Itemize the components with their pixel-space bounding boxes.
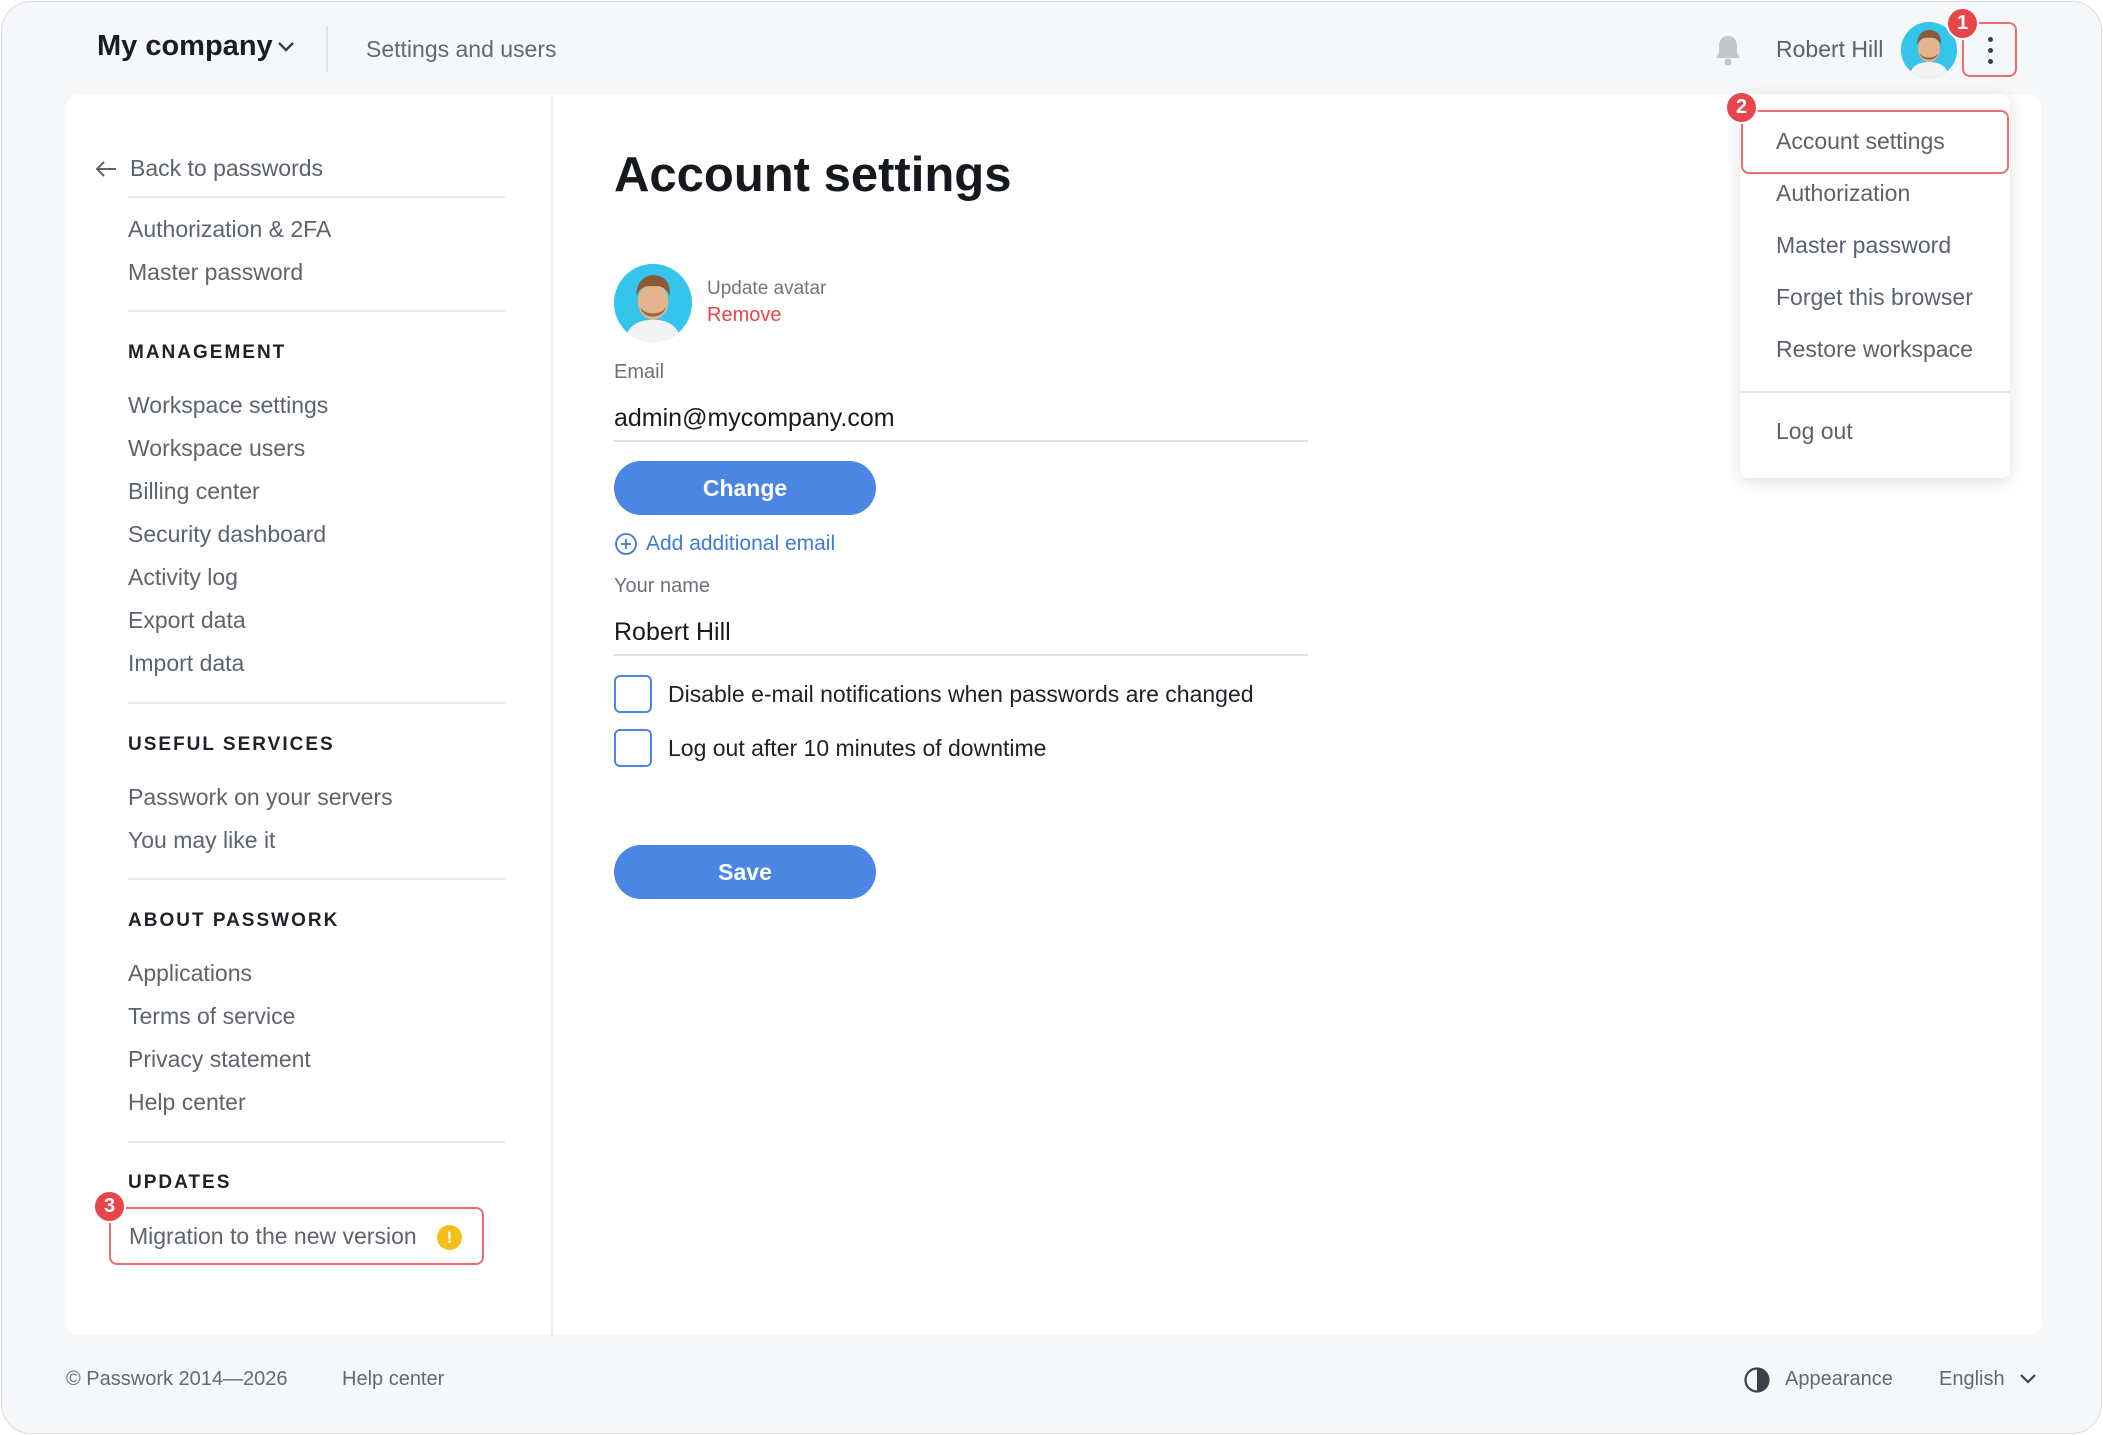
kebab-dot <box>1988 59 1993 64</box>
copyright: © Passwork 2014—2026 <box>66 1368 288 1390</box>
back-to-passwords-link[interactable]: Back to passwords <box>94 155 323 182</box>
sidebar-item-terms[interactable]: Terms of service <box>128 1003 295 1030</box>
menu-item-log-out[interactable]: Log out <box>1776 418 1853 445</box>
email-underline <box>614 440 1308 442</box>
sidebar-item-workspace-settings[interactable]: Workspace settings <box>128 392 328 419</box>
company-switcher[interactable]: My company <box>97 30 273 63</box>
section-heading-updates: UPDATES <box>128 1172 232 1193</box>
sidebar-item-export-data[interactable]: Export data <box>128 607 246 634</box>
warning-icon: ! <box>437 1225 462 1250</box>
step-badge-3: 3 <box>93 1190 126 1223</box>
sidebar-divider-line <box>128 196 505 198</box>
language-selector[interactable]: English <box>1939 1368 2005 1391</box>
add-email-link[interactable]: Add additional email <box>614 532 835 556</box>
arrow-left-icon <box>95 160 116 177</box>
sidebar-divider-line <box>128 702 505 704</box>
sidebar-divider <box>551 95 553 1335</box>
sidebar-item-help-center[interactable]: Help center <box>128 1089 246 1116</box>
user-avatar-icon <box>614 264 692 342</box>
back-label: Back to passwords <box>130 155 324 181</box>
app-window: My company Settings and users Robert Hil… <box>1 1 2102 1434</box>
sidebar-item-migration[interactable]: Migration to the new version ! <box>109 1207 484 1265</box>
menu-divider <box>1740 391 2010 393</box>
email-field[interactable]: admin@mycompany.com <box>614 404 895 433</box>
profile-avatar[interactable] <box>614 264 692 342</box>
bell-icon[interactable] <box>1712 33 1744 67</box>
menu-item-authorization[interactable]: Authorization <box>1776 180 1910 207</box>
sidebar-item-applications[interactable]: Applications <box>128 960 252 987</box>
migration-label: Migration to the new version <box>129 1223 417 1249</box>
email-label: Email <box>614 361 665 383</box>
section-heading-useful-services: USEFUL SERVICES <box>128 734 335 755</box>
remove-avatar-link[interactable]: Remove <box>707 304 781 327</box>
logout-checkbox[interactable] <box>614 729 652 767</box>
step-badge-1: 1 <box>1946 7 1979 40</box>
menu-highlight-frame <box>1741 110 2009 174</box>
sidebar-item-import-data[interactable]: Import data <box>128 650 244 677</box>
sidebar-item-master-password[interactable]: Master password <box>128 259 303 286</box>
change-email-button[interactable]: Change <box>614 461 876 515</box>
header-divider <box>326 26 328 72</box>
save-button[interactable]: Save <box>614 845 876 899</box>
sidebar-item-you-may-like[interactable]: You may like it <box>128 827 275 854</box>
footer-help-link[interactable]: Help center <box>342 1368 444 1391</box>
name-field[interactable]: Robert Hill <box>614 618 731 647</box>
sidebar-divider-line <box>128 878 505 880</box>
section-heading-about: ABOUT PASSWORK <box>128 910 340 931</box>
sidebar-item-authorization-2fa[interactable]: Authorization & 2FA <box>128 216 331 243</box>
contrast-icon[interactable] <box>1743 1366 1771 1394</box>
section-heading-management: MANAGEMENT <box>128 342 287 363</box>
menu-item-forget-browser[interactable]: Forget this browser <box>1776 284 1973 311</box>
chevron-down-icon[interactable] <box>2018 1372 2038 1386</box>
plus-circle-icon <box>615 533 637 555</box>
notifications-checkbox-label[interactable]: Disable e-mail notifications when passwo… <box>668 681 1254 708</box>
appearance-link[interactable]: Appearance <box>1785 1368 1893 1391</box>
page-title: Account settings <box>614 148 1012 202</box>
sidebar-item-billing-center[interactable]: Billing center <box>128 478 260 505</box>
breadcrumb: Settings and users <box>366 36 557 62</box>
update-avatar-link[interactable]: Update avatar <box>707 278 826 300</box>
name-label: Your name <box>614 575 710 597</box>
chevron-down-icon[interactable] <box>276 40 296 54</box>
sidebar-item-security-dashboard[interactable]: Security dashboard <box>128 521 326 548</box>
sidebar-divider-line <box>128 1141 505 1143</box>
menu-item-master-password[interactable]: Master password <box>1776 232 1951 259</box>
sidebar-item-passwork-servers[interactable]: Passwork on your servers <box>128 784 393 811</box>
step-badge-2: 2 <box>1725 91 1758 124</box>
kebab-dot <box>1988 37 1993 42</box>
sidebar-item-workspace-users[interactable]: Workspace users <box>128 435 305 462</box>
add-email-label: Add additional email <box>646 532 836 555</box>
sidebar-item-activity-log[interactable]: Activity log <box>128 564 238 591</box>
user-name[interactable]: Robert Hill <box>1776 36 1883 63</box>
menu-item-restore-workspace[interactable]: Restore workspace <box>1776 336 1973 363</box>
notifications-checkbox[interactable] <box>614 675 652 713</box>
sidebar-item-privacy[interactable]: Privacy statement <box>128 1046 311 1073</box>
sidebar-divider-line <box>128 310 505 312</box>
name-underline <box>614 654 1308 656</box>
logout-checkbox-label[interactable]: Log out after 10 minutes of downtime <box>668 735 1046 762</box>
kebab-dot <box>1988 48 1993 53</box>
